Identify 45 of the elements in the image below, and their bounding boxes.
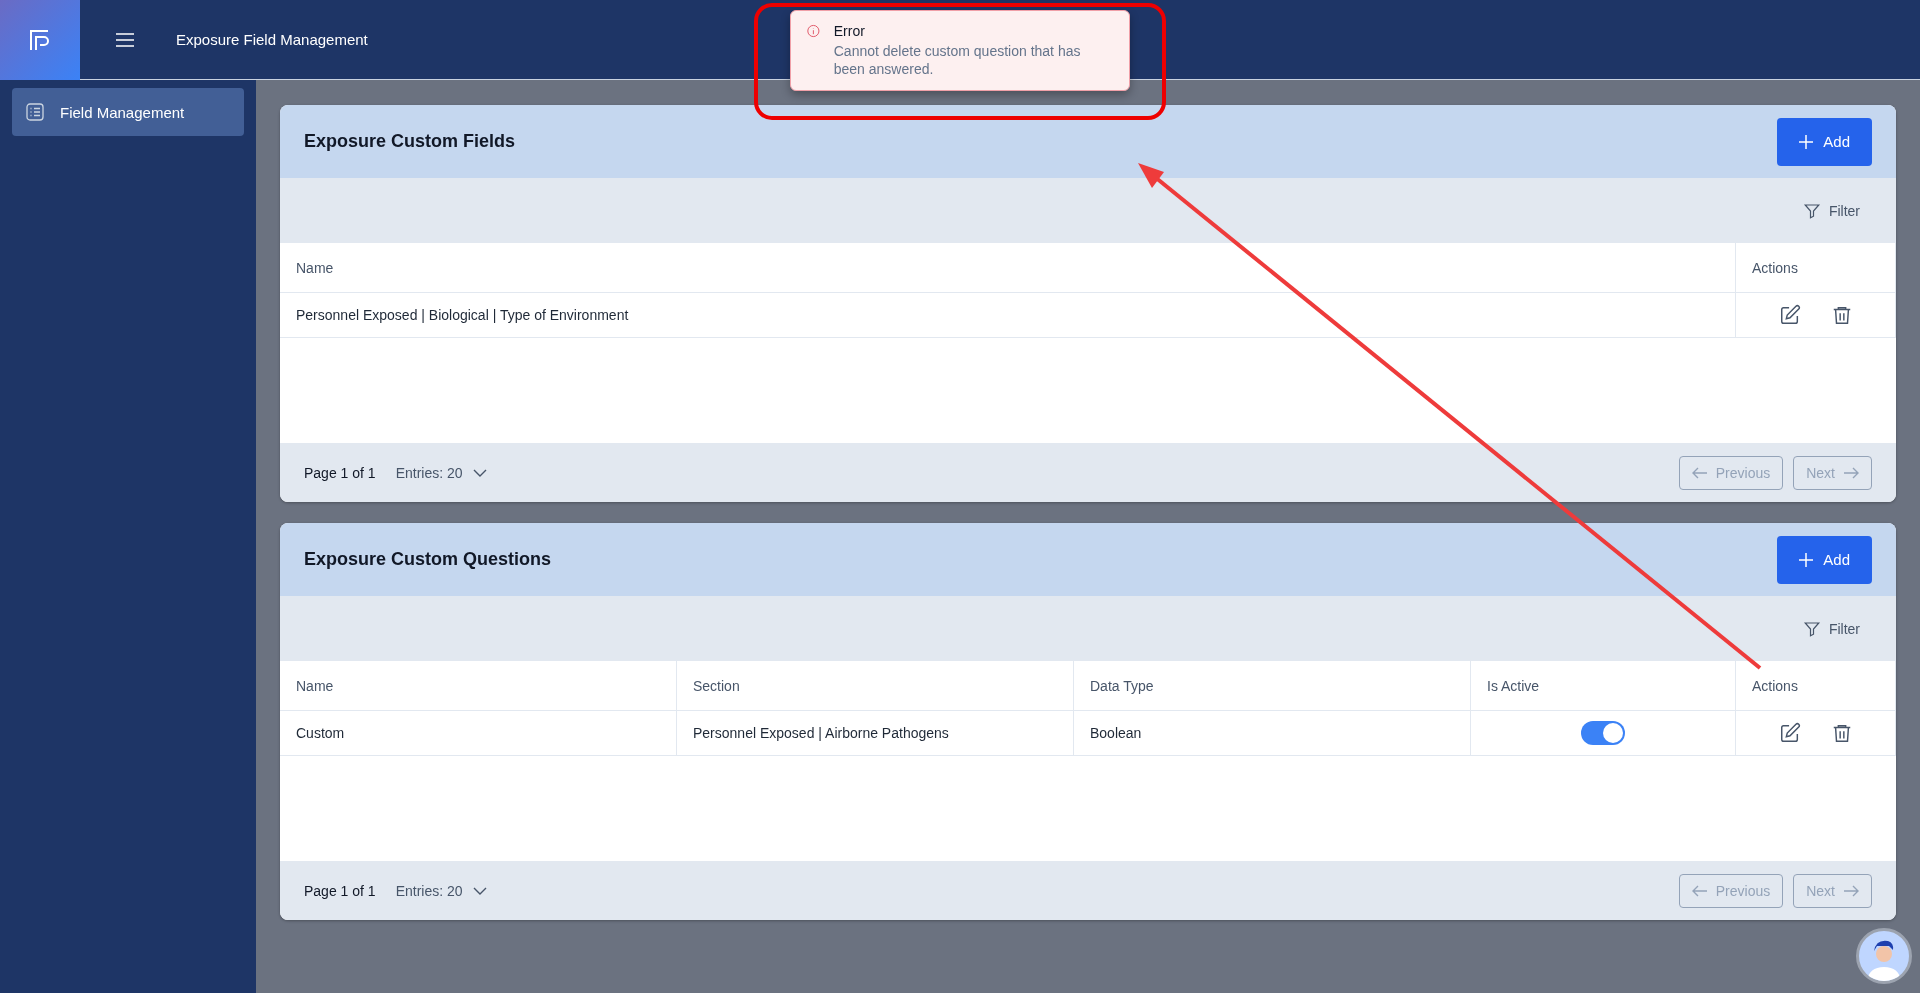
filter-button[interactable]: Filter <box>1796 618 1866 639</box>
column-header: Section <box>677 661 1074 711</box>
edit-button[interactable] <box>1778 304 1801 326</box>
info-icon <box>807 23 820 39</box>
arrow-left-icon <box>1691 884 1708 897</box>
column-header: Actions <box>1736 661 1896 711</box>
chevron-down-icon <box>472 468 487 477</box>
arrow-right-icon <box>1843 466 1859 479</box>
column-header: Name <box>280 243 1736 293</box>
table-cell: Custom <box>280 711 677 756</box>
add-button[interactable]: Add <box>1777 117 1872 166</box>
table-cell: Boolean <box>1074 711 1471 756</box>
toast-message: Cannot delete custom question that has been answered. <box>833 43 1082 78</box>
active-toggle[interactable] <box>1581 721 1625 745</box>
page-indicator: Page 1 of 1 <box>304 882 376 899</box>
panel-title: Exposure Custom Fields <box>304 131 516 152</box>
list-icon <box>26 103 44 121</box>
entries-dropdown[interactable]: Entries: 20 <box>395 882 487 899</box>
column-header: Data Type <box>1074 661 1471 711</box>
table-cell: Personnel Exposed | Airborne Pathogens <box>677 711 1074 756</box>
panel-title: Exposure Custom Questions <box>304 549 552 570</box>
toast-title: Error <box>833 23 866 39</box>
edit-icon <box>1778 722 1801 744</box>
edit-icon <box>1778 304 1801 326</box>
entries-dropdown[interactable]: Entries: 20 <box>395 464 487 481</box>
page-title: Exposure Field Management <box>176 31 368 48</box>
column-header: Is Active <box>1471 661 1736 711</box>
column-header: Actions <box>1736 243 1896 293</box>
plus-icon <box>1799 552 1814 567</box>
logo-icon <box>0 0 80 80</box>
edit-button[interactable] <box>1778 722 1801 744</box>
menu-icon <box>116 32 134 47</box>
table-cell: Personnel Exposed | Biological | Type of Environment <box>280 293 1736 338</box>
plus-icon <box>1799 134 1814 149</box>
page-indicator: Page 1 of 1 <box>304 464 376 481</box>
chevron-down-icon <box>472 886 487 895</box>
add-button[interactable]: Add <box>1777 535 1872 584</box>
sidebar-item[interactable]: Field Management <box>12 88 244 136</box>
filter-button[interactable]: Filter <box>1796 200 1866 221</box>
arrow-left-icon <box>1691 466 1708 479</box>
filter-icon <box>1802 619 1821 638</box>
arrow-right-icon <box>1843 884 1859 897</box>
filter-icon <box>1802 201 1821 220</box>
column-header: Name <box>280 661 677 711</box>
avatar[interactable] <box>1856 928 1912 984</box>
